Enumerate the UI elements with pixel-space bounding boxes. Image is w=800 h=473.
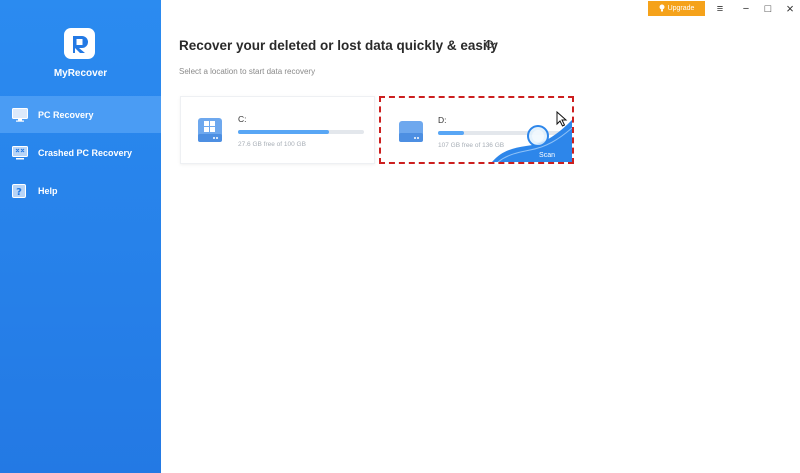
sidebar-item-label: Crashed PC Recovery	[38, 147, 133, 158]
drive-card-d[interactable]: D: 107 GB free of 136 GB Scan	[379, 96, 574, 164]
monitor-icon	[12, 107, 28, 122]
minimize-icon[interactable]: −	[739, 2, 753, 15]
drive-name: C:	[238, 114, 247, 124]
sidebar-item-crashed-pc-recovery[interactable]: Crashed PC Recovery	[0, 134, 161, 171]
crashed-pc-icon	[12, 145, 28, 160]
page-title: Recover your deleted or lost data quickl…	[179, 38, 498, 53]
upgrade-button[interactable]: Upgrade	[648, 1, 705, 16]
svg-text:?: ?	[16, 187, 22, 198]
upgrade-label: Upgrade	[667, 5, 695, 12]
drive-usage-text: 27.6 GB free of 100 GB	[238, 141, 306, 148]
mouse-pointer-icon	[556, 110, 568, 127]
drive-card-c[interactable]: C: 27.6 GB free of 100 GB	[180, 96, 375, 164]
app-logo-icon	[64, 28, 95, 59]
sidebar-item-pc-recovery[interactable]: PC Recovery	[0, 96, 161, 133]
lightbulb-icon	[659, 4, 665, 14]
app-name: MyRecover	[53, 68, 108, 79]
refresh-icon[interactable]: ⟳	[485, 37, 499, 53]
close-icon[interactable]: ×	[783, 1, 797, 16]
search-icon	[526, 124, 552, 150]
page-subtitle: Select a location to start data recovery	[179, 67, 316, 76]
help-icon: ?	[12, 183, 28, 198]
menu-icon[interactable]: ≡	[713, 2, 727, 15]
maximize-icon[interactable]: □	[761, 2, 775, 15]
drive-usage-bar	[238, 130, 364, 134]
sidebar-item-help[interactable]: ? Help	[0, 172, 161, 209]
windows-drive-icon	[195, 116, 225, 146]
scan-button[interactable]: Scan	[539, 152, 555, 159]
sidebar-item-label: PC Recovery	[38, 109, 94, 120]
sidebar-item-label: Help	[38, 185, 58, 196]
drive-icon	[396, 117, 426, 147]
drive-name: D:	[438, 115, 447, 125]
sidebar: MyRecover PC Recovery Crashed PC Recover…	[0, 0, 161, 473]
